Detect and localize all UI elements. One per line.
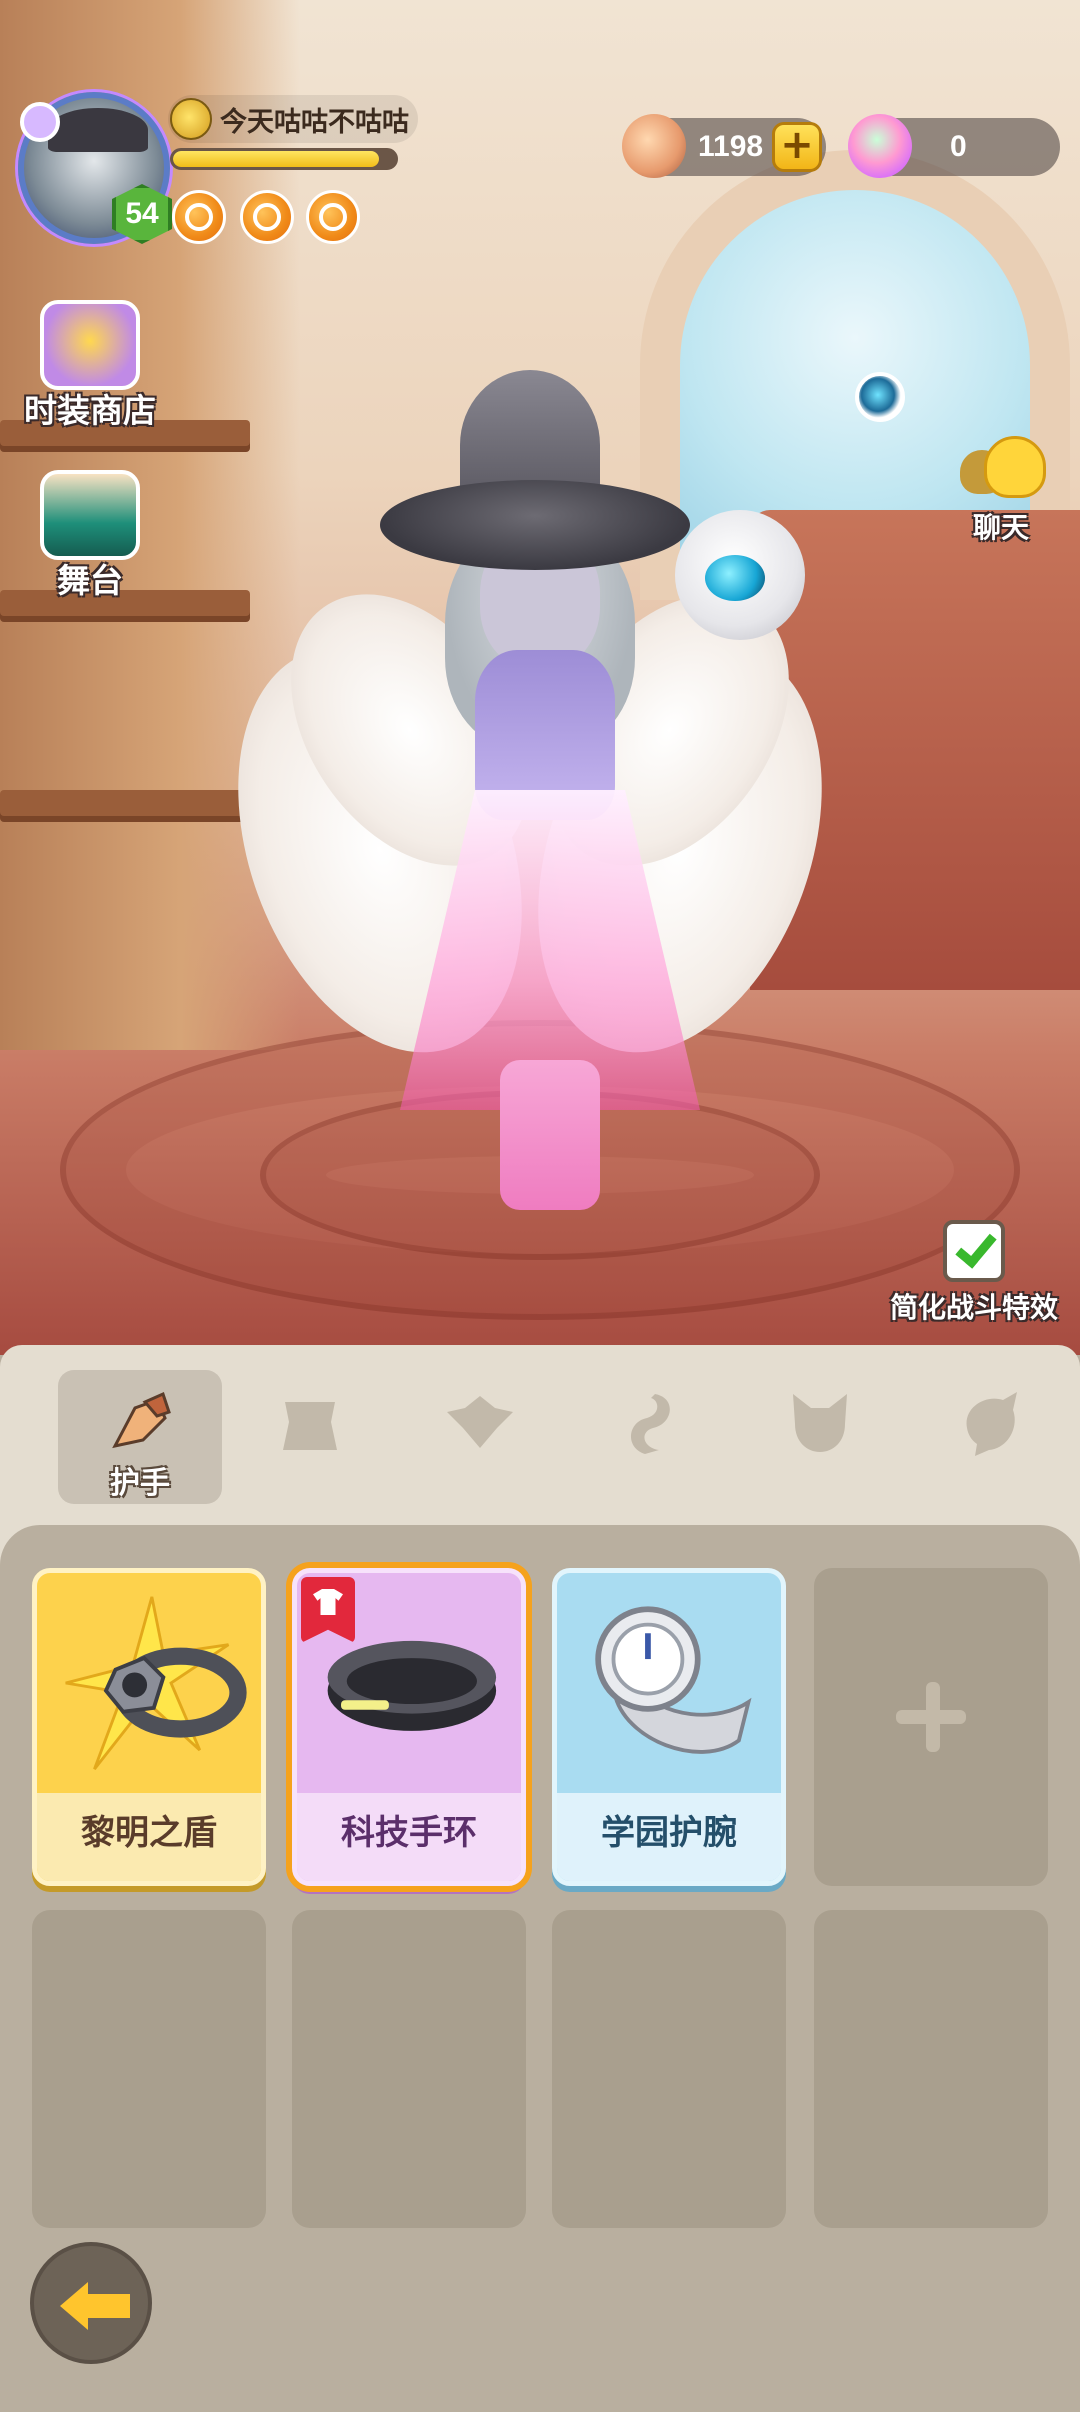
simplify-effects-checkbox[interactable]: [943, 1220, 1005, 1282]
buff-icon: [185, 203, 213, 231]
gem-amount: 0: [950, 130, 967, 163]
pet-icon: [793, 1394, 847, 1452]
add-item-slot[interactable]: [814, 1568, 1048, 1886]
stage-icon: [40, 470, 140, 560]
robot-pet: [675, 510, 805, 640]
item-name: 黎明之盾: [37, 1793, 261, 1881]
empty-slot: [552, 1910, 786, 2228]
check-icon: [955, 1225, 997, 1269]
buff-badge[interactable]: [240, 190, 294, 244]
plus-icon: [896, 1682, 966, 1752]
item-name: 学园护腕: [557, 1793, 781, 1881]
tab-aura[interactable]: [908, 1370, 1072, 1504]
back-arrow-icon: [60, 2282, 130, 2330]
tab-gauntlet-label: 护手: [110, 1466, 170, 1501]
tab-pet[interactable]: [738, 1370, 902, 1504]
chat-button[interactable]: 聊天: [946, 430, 1056, 546]
back-button[interactable]: [30, 2242, 152, 2364]
character-legs: [500, 1060, 600, 1210]
tab-emblem[interactable]: [398, 1370, 562, 1504]
tab-tail[interactable]: [568, 1370, 732, 1504]
floating-orb: [855, 372, 905, 422]
chat-label: 聊天: [972, 511, 1029, 544]
tab-armor[interactable]: [228, 1370, 392, 1504]
fashion-shop-button[interactable]: 时装商店: [10, 300, 170, 432]
shirt-icon: [313, 1589, 343, 1615]
shell-currency: 1198 +: [622, 114, 826, 178]
simplify-effects-label: 简化战斗特效: [889, 1291, 1058, 1324]
gem-icon: [848, 114, 912, 178]
shelf: [0, 790, 250, 816]
stage-label: 舞台: [57, 561, 123, 600]
witch-hat-brim: [380, 480, 690, 570]
item-name: 科技手环: [297, 1793, 521, 1881]
player-character[interactable]: [186, 280, 874, 1220]
armor-icon: [283, 1402, 337, 1450]
buff-badge[interactable]: [172, 190, 226, 244]
shell-amount: 1198: [698, 130, 764, 163]
buff-icon: [253, 203, 281, 231]
avatar-hat: [48, 108, 148, 152]
exp-bar: [170, 148, 398, 170]
empty-slot: [32, 1910, 266, 2228]
item-card[interactable]: 黎明之盾: [32, 1568, 266, 1886]
buff-icon: [319, 203, 347, 231]
player-name: 今天咕咕不咕咕: [220, 107, 409, 138]
stage-button[interactable]: 舞台: [10, 470, 170, 602]
avatar-frame-deco: [20, 102, 60, 142]
gauntlet-icon: [112, 1391, 171, 1449]
chat-bubble-icon: [956, 430, 1046, 506]
add-currency-button[interactable]: +: [772, 122, 822, 172]
empty-slot: [814, 1910, 1048, 2228]
exp-bar-fill: [173, 151, 380, 167]
item-card-selected[interactable]: 科技手环: [292, 1568, 526, 1886]
buff-badge[interactable]: [306, 190, 360, 244]
title-emoji-icon: [170, 98, 212, 140]
robot-eye: [705, 555, 765, 601]
tail-icon: [630, 1394, 670, 1454]
emblem-icon: [447, 1396, 513, 1448]
shell-icon: [622, 114, 686, 178]
aura-icon: [966, 1392, 1017, 1456]
empty-slot: [292, 1910, 526, 2228]
dawn-shield-icon: [65, 1596, 247, 1771]
gem-currency: 0: [848, 114, 1060, 178]
academy-bracer-icon: [595, 1606, 752, 1754]
fashion-shop-icon: [40, 300, 140, 390]
tab-gauntlet[interactable]: 护手: [58, 1370, 222, 1504]
simplify-effects-toggle[interactable]: 简化战斗特效: [868, 1220, 1080, 1326]
item-card[interactable]: 学园护腕: [552, 1568, 786, 1886]
fashion-shop-label: 时装商店: [24, 391, 156, 430]
